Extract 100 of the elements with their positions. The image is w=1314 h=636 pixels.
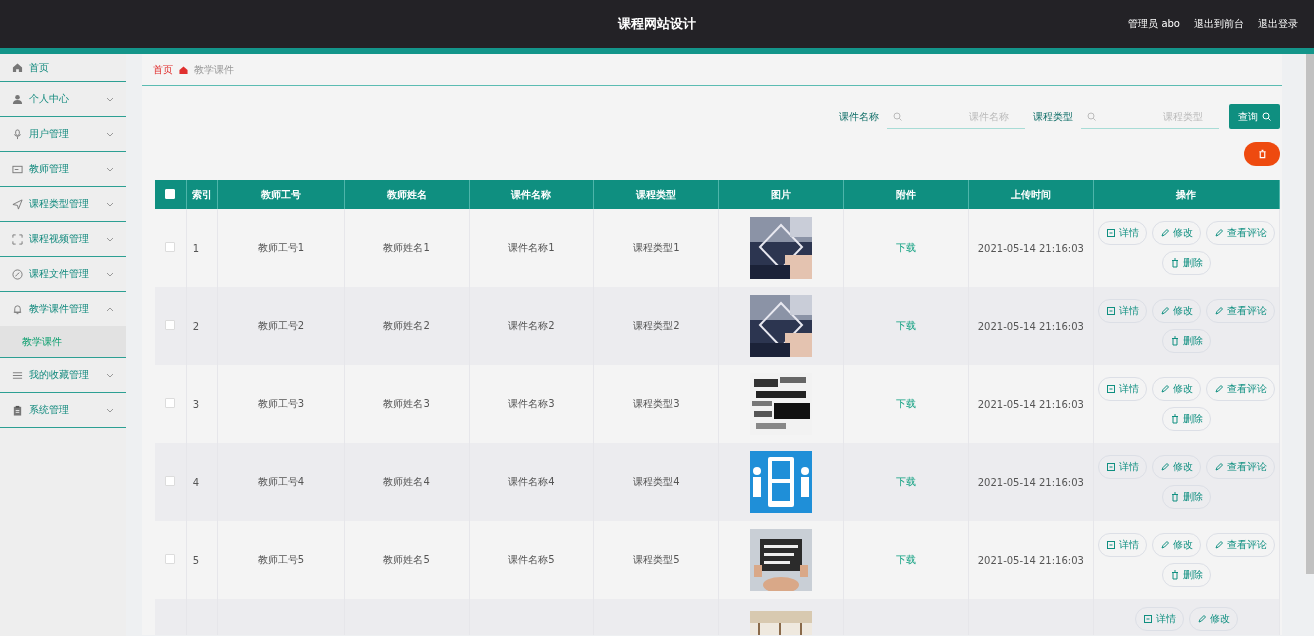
- chevron-down-icon: [106, 200, 114, 208]
- list-icon: [12, 369, 23, 381]
- table-cell: 2021-05-14 21:16:03: [977, 242, 1084, 254]
- pencil-icon: [1213, 228, 1224, 238]
- row-checkbox[interactable]: [165, 398, 176, 408]
- user-label: 管理员 abo: [1128, 17, 1180, 31]
- table-cell: 教师姓名5: [383, 554, 430, 565]
- table-cell: 课程类型1: [633, 242, 680, 253]
- column-header: 教师工号: [217, 180, 345, 209]
- table-cell: 教师姓名1: [383, 242, 430, 253]
- table-cell: 教师工号1: [257, 242, 304, 253]
- pencil-icon: [1159, 462, 1170, 472]
- table-cell: 教师工号5: [257, 554, 304, 565]
- table-cell: 课件名称3: [508, 398, 555, 409]
- table-cell: 课件名称2: [508, 320, 555, 331]
- table-cell: 2021-05-14 21:16:03: [977, 398, 1084, 410]
- table-cell: 教师工号2: [257, 320, 304, 331]
- chevron-down-icon: [106, 165, 114, 173]
- sidebar-item[interactable]: 用户管理: [0, 117, 126, 152]
- frame-icon: [12, 233, 23, 245]
- table-cell: 1: [192, 242, 200, 254]
- column-header: 教师姓名: [344, 180, 470, 209]
- document-icon: [1105, 384, 1116, 394]
- chevron-down-icon: [106, 130, 114, 138]
- search-button[interactable]: 查询: [1229, 104, 1280, 129]
- pencil-icon: [1159, 306, 1170, 316]
- compass-icon: [12, 268, 23, 280]
- trash-icon: [1169, 492, 1180, 502]
- trash-icon: [1169, 414, 1180, 424]
- select-all-checkbox[interactable]: [165, 188, 176, 199]
- chevron-down-icon: [106, 235, 114, 243]
- table-cell: 4: [192, 476, 200, 488]
- column-header: 上传时间: [968, 180, 1094, 209]
- submenu-item[interactable]: 教学课件: [0, 326, 126, 358]
- table-cell: 2021-05-14 21:16:03: [977, 320, 1084, 332]
- table-cell: 教师姓名2: [383, 320, 430, 331]
- sidebar-item[interactable]: 课程文件管理: [0, 257, 126, 292]
- row-checkbox[interactable]: [165, 242, 176, 252]
- document-icon: [1105, 540, 1116, 550]
- delete-button[interactable]: [1244, 142, 1280, 166]
- column-header: 图片: [718, 180, 844, 209]
- sidebar-item[interactable]: 课程类型管理: [0, 187, 126, 222]
- table-cell: 课程类型3: [633, 398, 680, 409]
- row-checkbox[interactable]: [165, 554, 176, 564]
- header-link[interactable]: 退出登录: [1258, 17, 1298, 31]
- sidebar-item[interactable]: 课程视频管理: [0, 222, 126, 257]
- table-cell: 教师工号3: [257, 398, 304, 409]
- search-icon: [1087, 112, 1096, 121]
- scrollbar[interactable]: [1304, 54, 1314, 574]
- chevron-down-icon: [106, 95, 114, 103]
- table-cell: 课程类型4: [633, 476, 680, 487]
- pencil-icon: [1213, 540, 1224, 550]
- table-cell: 课件名称5: [508, 554, 555, 565]
- sidebar-item[interactable]: 个人中心: [0, 82, 126, 117]
- document-icon: [1105, 306, 1116, 316]
- chevron-up-icon: [106, 305, 114, 313]
- table-cell: 课程类型5: [633, 554, 680, 565]
- column-header: 课程类型: [593, 180, 719, 209]
- search-icon: [893, 112, 902, 121]
- sidebar-item[interactable]: 系统管理: [0, 393, 126, 428]
- table-cell: 课程类型2: [633, 320, 680, 331]
- table-cell: 课件名称4: [508, 476, 555, 487]
- sidebar-item[interactable]: 首页: [0, 54, 126, 82]
- row-checkbox[interactable]: [165, 320, 176, 330]
- row-checkbox[interactable]: [165, 476, 176, 486]
- chevron-down-icon: [106, 406, 114, 414]
- breadcrumb-current: 教学课件: [194, 62, 234, 77]
- chevron-down-icon: [106, 270, 114, 278]
- download-link[interactable]: 下载: [895, 476, 916, 487]
- site-title: 课程网站设计: [618, 15, 696, 33]
- sidebar-item[interactable]: 教师管理: [0, 152, 126, 187]
- search-icon: [1262, 112, 1271, 121]
- table-cell: 教师姓名4: [383, 476, 430, 487]
- sidebar-item[interactable]: 我的收藏管理: [0, 358, 126, 393]
- download-link[interactable]: 下载: [895, 398, 916, 409]
- column-header: 操作: [1093, 180, 1280, 209]
- column-header: 索引: [186, 180, 218, 209]
- trash-icon: [1169, 258, 1180, 268]
- trash-icon: [1169, 570, 1180, 580]
- card-icon: [12, 163, 23, 175]
- table-cell: 2021-05-14 21:16:03: [977, 554, 1084, 566]
- pencil-icon: [1159, 228, 1170, 238]
- pencil-icon: [1159, 384, 1170, 394]
- download-link[interactable]: 下载: [895, 242, 916, 253]
- table-cell: 课件名称1: [508, 242, 555, 253]
- table-cell: 教师工号4: [257, 476, 304, 487]
- trash-icon: [1169, 336, 1180, 346]
- sidebar-item[interactable]: 教学课件管理: [0, 292, 126, 326]
- table-cell: 2021-05-14 21:16:03: [977, 476, 1084, 488]
- download-link[interactable]: 下载: [895, 554, 916, 565]
- pencil-icon: [1213, 306, 1224, 316]
- field-label: 课件名称: [839, 109, 879, 124]
- table-cell: 教师姓名3: [383, 398, 430, 409]
- download-link[interactable]: 下载: [895, 320, 916, 331]
- breadcrumb-link[interactable]: 首页: [153, 62, 173, 77]
- pencil-icon: [1196, 614, 1207, 624]
- header-link[interactable]: 退出到前台: [1194, 17, 1244, 31]
- home-icon: [12, 62, 23, 73]
- table-cell: 5: [192, 554, 200, 566]
- bell-icon: [12, 303, 23, 315]
